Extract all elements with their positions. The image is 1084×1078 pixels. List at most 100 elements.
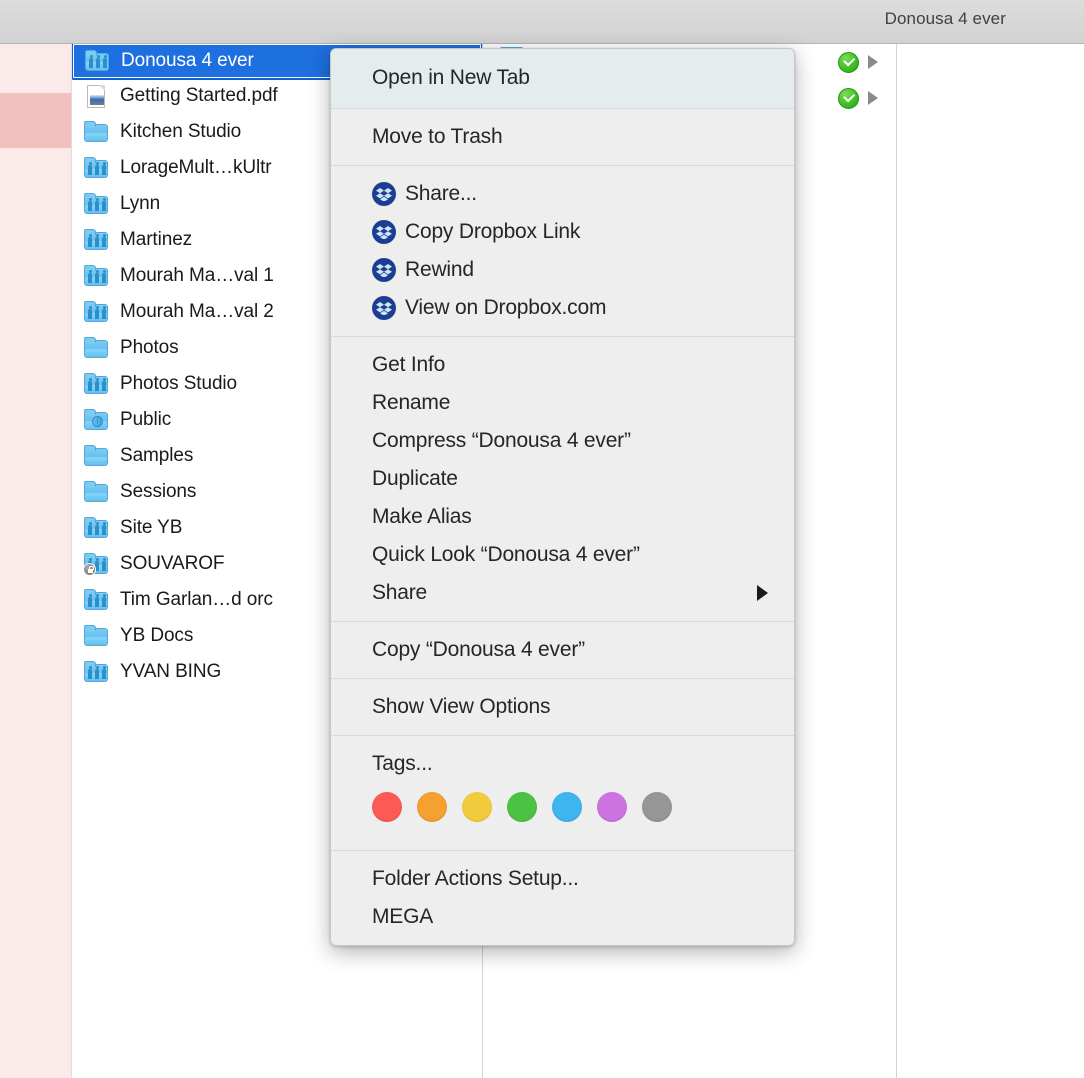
file-list-item-label: Sessions	[120, 481, 197, 502]
submenu-arrow-icon	[757, 585, 768, 601]
file-list-item-label: YB Docs	[120, 625, 194, 646]
context-menu-section: Move to Trash	[331, 108, 794, 165]
context-menu-item[interactable]: Share...	[331, 175, 794, 213]
context-menu-item-label: Rename	[372, 391, 451, 414]
window-title: Donousa 4 ever	[884, 9, 1006, 28]
context-menu-item[interactable]: Move to Trash	[331, 118, 794, 156]
shared-folder-icon	[83, 300, 109, 324]
tag-swatch-gray[interactable]	[642, 792, 672, 822]
context-menu-item[interactable]: Make Alias	[331, 498, 794, 536]
tag-swatch-blue[interactable]	[552, 792, 582, 822]
file-list-item-label: Donousa 4 ever	[121, 50, 254, 71]
window-titlebar: Donousa 4 ever	[0, 0, 1084, 44]
public-folder-icon	[83, 408, 109, 432]
file-list-item-label: Tim Garlan…d orc	[120, 589, 273, 610]
previous-column-selected-row[interactable]	[0, 93, 71, 148]
context-menu-item-label: Move to Trash	[372, 125, 503, 148]
context-menu-item-label: Copy “Donousa 4 ever”	[372, 638, 585, 661]
context-menu-item[interactable]: View on Dropbox.com	[331, 289, 794, 327]
file-list-item-label: Kitchen Studio	[120, 121, 242, 142]
context-menu-item[interactable]: Rename	[331, 384, 794, 422]
context-menu-item[interactable]: MEGA	[331, 898, 794, 936]
tag-swatch-purple[interactable]	[597, 792, 627, 822]
context-menu-item-label: Get Info	[372, 353, 446, 376]
lock-icon	[83, 563, 96, 576]
file-list-item-label: Mourah Ma…val 2	[120, 301, 274, 322]
sync-status-row	[838, 44, 898, 80]
tag-swatch-yellow[interactable]	[462, 792, 492, 822]
tag-swatch-green[interactable]	[507, 792, 537, 822]
file-list-item-label: Lynn	[120, 193, 161, 214]
context-menu-section: Folder Actions Setup... MEGA	[331, 850, 794, 945]
context-menu-item-label: Open in New Tab	[372, 66, 530, 89]
file-list-item-label: Getting Started.pdf	[120, 85, 278, 106]
context-menu-section: Show View Options	[331, 678, 794, 735]
context-menu-item[interactable]: Compress “Donousa 4 ever”	[331, 422, 794, 460]
dropbox-icon	[372, 296, 396, 320]
context-menu-item[interactable]: Get Info	[331, 346, 794, 384]
preview-column	[898, 44, 1084, 1078]
tag-swatch-orange[interactable]	[417, 792, 447, 822]
context-menu-item[interactable]: Rewind	[331, 251, 794, 289]
context-menu-item-label: Quick Look “Donousa 4 ever”	[372, 543, 640, 566]
context-menu-item-label: Share	[372, 581, 428, 604]
context-menu-item[interactable]: Copy Dropbox Link	[331, 213, 794, 251]
shared-folder-icon	[83, 660, 109, 684]
dropbox-icon	[372, 258, 396, 282]
context-menu-item-label: Show View Options	[372, 695, 551, 718]
context-menu-item-label: Tags...	[372, 752, 433, 775]
tag-swatch-red[interactable]	[372, 792, 402, 822]
context-menu-item[interactable]: Open in New Tab	[331, 59, 794, 97]
shared-folder-icon	[84, 49, 110, 73]
dropbox-icon	[372, 182, 396, 206]
context-menu-item-label: View on Dropbox.com	[405, 296, 607, 319]
file-list-item-label: Public	[120, 409, 172, 430]
previous-column[interactable]	[0, 44, 72, 1078]
folder-icon	[83, 480, 109, 504]
context-menu-item-label: Folder Actions Setup...	[372, 867, 579, 890]
shared-folder-icon	[83, 264, 109, 288]
context-menu-item-label: Make Alias	[372, 505, 472, 528]
file-list-item-label: Site YB	[120, 517, 183, 538]
context-menu-item-label: Duplicate	[372, 467, 458, 490]
context-menu-item[interactable]: Share	[331, 574, 794, 612]
context-menu-section: Open in New Tab	[331, 49, 794, 108]
sync-status-row	[838, 80, 898, 116]
context-menu[interactable]: Open in New Tab Move to Trash Share... Copy…	[330, 48, 795, 946]
dropbox-icon	[372, 220, 396, 244]
folder-icon	[83, 624, 109, 648]
triangle-right-icon[interactable]	[868, 55, 878, 69]
green-check-icon	[838, 87, 859, 109]
context-menu-item-label: MEGA	[372, 905, 434, 928]
file-list-item-label: LorageMult…kUltr	[120, 157, 272, 178]
shared-folder-icon	[83, 156, 109, 180]
file-list-item-label: Samples	[120, 445, 194, 466]
context-menu-item-label: Compress “Donousa 4 ever”	[372, 429, 631, 452]
context-menu-item[interactable]: Show View Options	[331, 688, 794, 726]
shared-folder-icon	[83, 192, 109, 216]
shared-folder-icon	[83, 228, 109, 252]
context-menu-item[interactable]: Duplicate	[331, 460, 794, 498]
context-menu-item[interactable]: Folder Actions Setup...	[331, 860, 794, 898]
file-list-item-label: Mourah Ma…val 1	[120, 265, 274, 286]
context-menu-section: Tags...	[331, 735, 794, 850]
file-list-item-label: SOUVAROF	[120, 553, 225, 574]
pdf-document-icon	[83, 84, 109, 108]
context-menu-section: Copy “Donousa 4 ever”	[331, 621, 794, 678]
file-list-item-label: Photos Studio	[120, 373, 238, 394]
locked-shared-folder-icon	[83, 552, 109, 576]
context-menu-item-label: Copy Dropbox Link	[405, 220, 581, 243]
file-list-item-label: Photos	[120, 337, 179, 358]
context-menu-item[interactable]: Tags...	[331, 745, 794, 783]
context-menu-section: Share... Copy Dropbox Link Rewind View on D…	[331, 165, 794, 336]
shared-folder-icon	[83, 588, 109, 612]
folder-icon	[83, 336, 109, 360]
shared-folder-icon	[83, 372, 109, 396]
context-menu-item-label: Rewind	[405, 258, 474, 281]
triangle-right-icon[interactable]	[868, 91, 878, 105]
file-list-item-label: Martinez	[120, 229, 193, 250]
context-menu-item[interactable]: Quick Look “Donousa 4 ever”	[331, 536, 794, 574]
folder-icon	[83, 444, 109, 468]
context-menu-item[interactable]: Copy “Donousa 4 ever”	[331, 631, 794, 669]
file-list-item-label: YVAN BING	[120, 661, 222, 682]
